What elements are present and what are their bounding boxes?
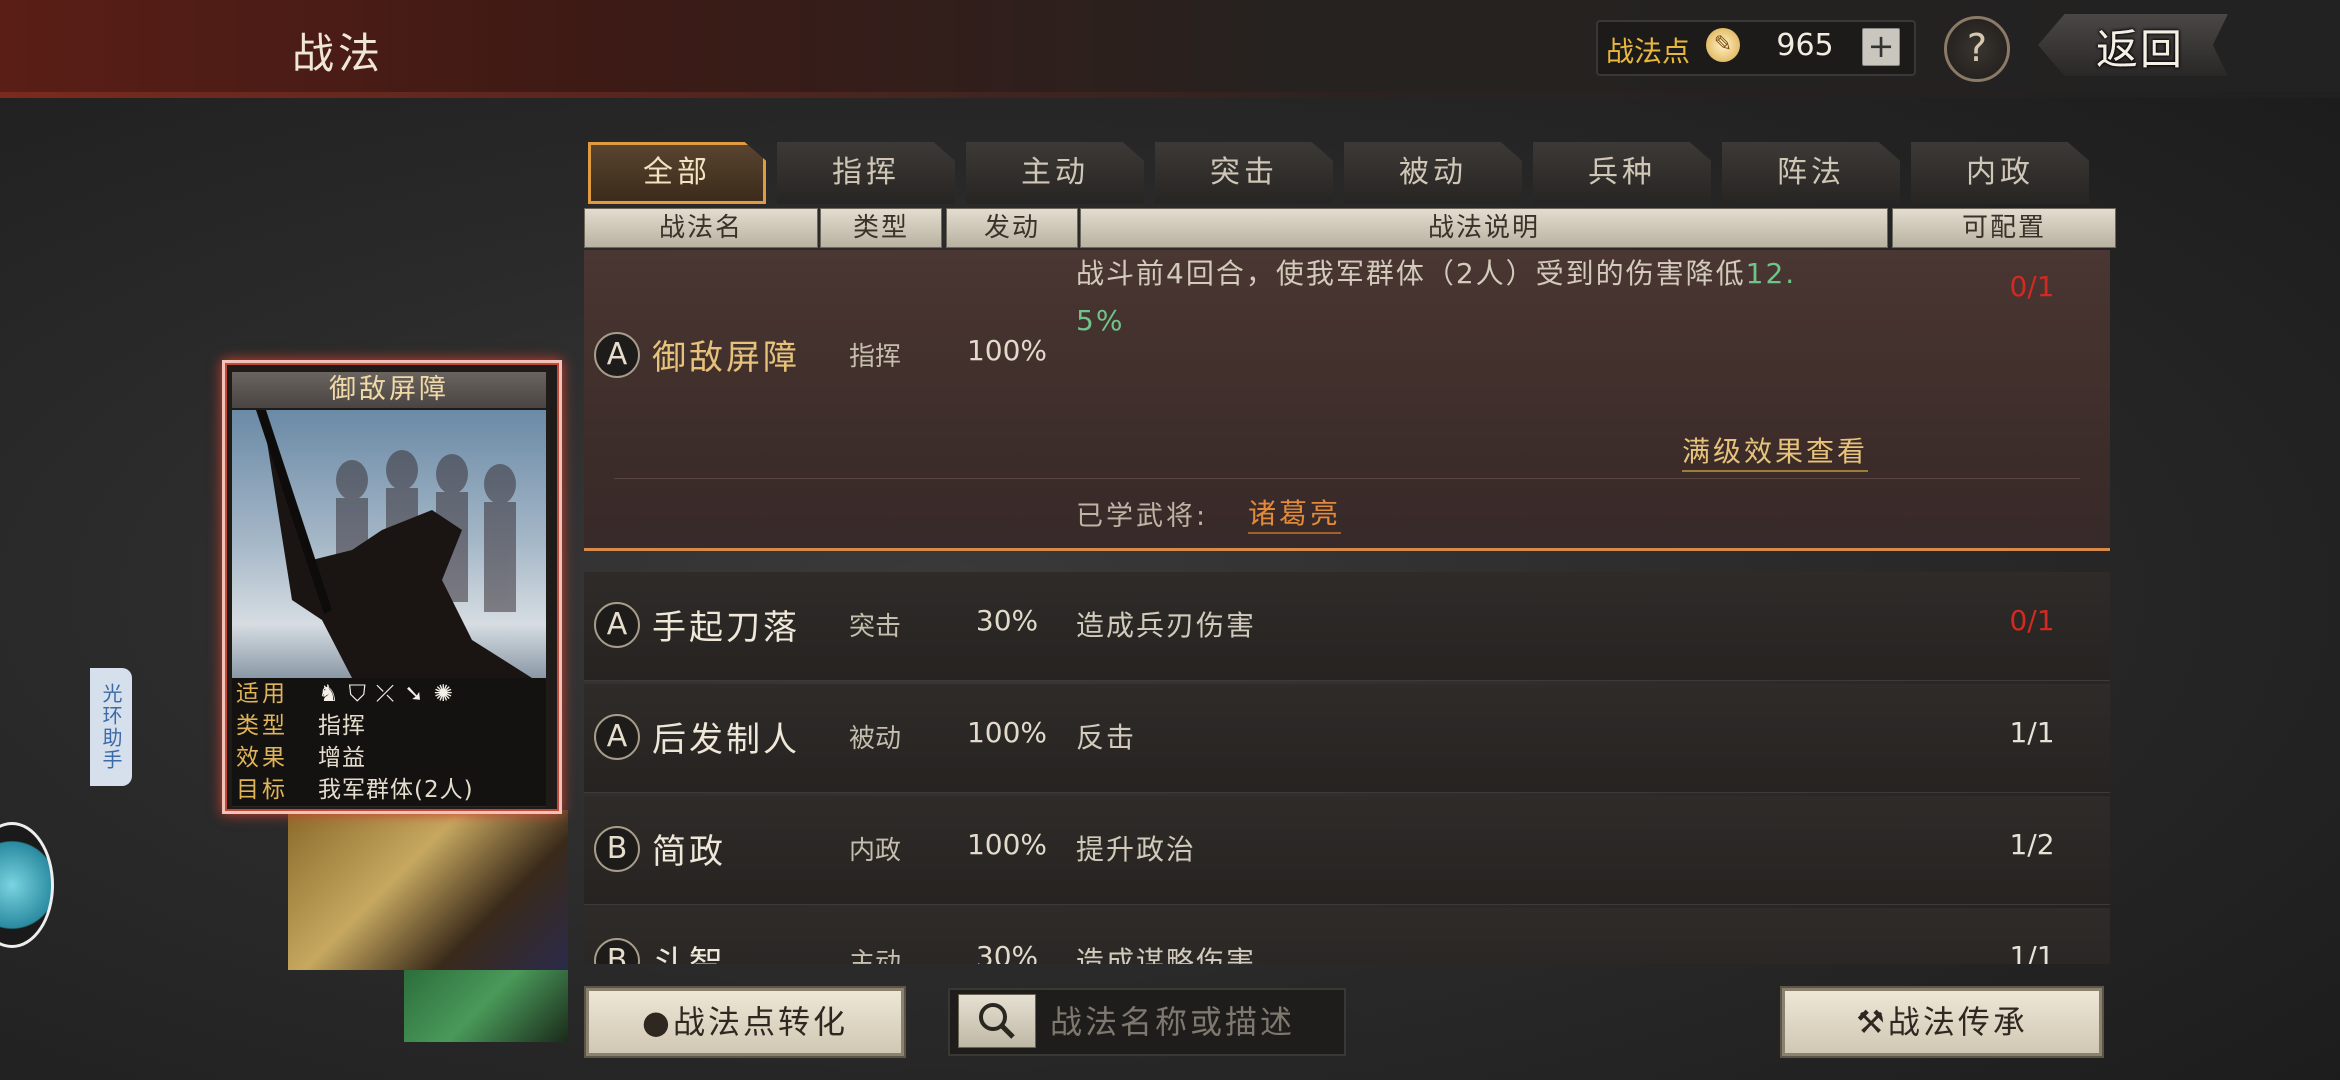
tactic-name: 后发制人 xyxy=(652,720,800,760)
grade-badge: B xyxy=(594,826,640,872)
tactic-description: 战斗前4回合，使我军群体（2人）受到的伤害降低12. 5% xyxy=(1076,252,1956,350)
tactics-list[interactable]: A 御敌屏障 指挥 100% 战斗前4回合，使我军群体（2人）受到的伤害降低12… xyxy=(584,250,2112,964)
tactic-config-count: 1/2 xyxy=(2009,828,2055,861)
tab-passive[interactable]: 被动 xyxy=(1344,142,1522,204)
search-button[interactable] xyxy=(958,994,1036,1048)
hammer-icon: ⚒ xyxy=(1856,1003,1888,1041)
grade-badge: B xyxy=(594,938,640,964)
card-effect-row: 效果 增益 xyxy=(232,742,546,775)
card-back-gold xyxy=(288,810,568,970)
tactic-name: 御敌屏障 xyxy=(652,338,800,378)
tactic-row[interactable]: A 后发制人 被动 100% 反击 1/1 xyxy=(584,684,2110,793)
tactic-rate: 100% xyxy=(966,334,1048,367)
tab-all[interactable]: 全部 xyxy=(588,142,766,204)
full-effect-link[interactable]: 满级效果查看 xyxy=(1682,430,1869,472)
cavalry-icon: ♞ xyxy=(318,681,349,707)
row-divider xyxy=(614,478,2080,479)
card-target-value: 我军群体(2人) xyxy=(318,777,474,803)
shield-icon: ⛉ xyxy=(348,681,376,707)
learned-general-link[interactable]: 诸葛亮 xyxy=(1248,492,1342,534)
tactic-name: 简政 xyxy=(652,832,726,872)
back-button-label[interactable]: 返回 xyxy=(2096,16,2184,77)
tactic-name: 手起刀落 xyxy=(652,608,800,648)
card-type-row: 类型 指挥 xyxy=(232,710,546,743)
grade-badge: A xyxy=(594,714,640,760)
tactic-row[interactable]: B 简政 内政 100% 提升政治 1/2 xyxy=(584,796,2110,905)
bow-icon: ⤫ xyxy=(375,681,405,707)
column-header-type[interactable]: 类型 xyxy=(820,208,942,248)
convert-icon: ● xyxy=(642,1003,673,1041)
tab-assault[interactable]: 突击 xyxy=(1155,142,1333,204)
column-header-rate[interactable]: 发动 xyxy=(946,208,1078,248)
tactic-row[interactable]: A 手起刀落 突击 30% 造成兵刃伤害 0/1 xyxy=(584,572,2110,681)
tactic-config-count: 1/1 xyxy=(2009,716,2055,749)
floating-assistant-avatar[interactable] xyxy=(0,822,54,948)
tab-internal-affairs[interactable]: 内政 xyxy=(1911,142,2089,204)
tactic-name: 斗智 xyxy=(652,944,726,964)
tactic-type: 被动 xyxy=(848,724,901,754)
tactic-row-selected[interactable]: A 御敌屏障 指挥 100% 战斗前4回合，使我军群体（2人）受到的伤害降低12… xyxy=(584,250,2110,551)
tactic-type: 突击 xyxy=(848,612,901,642)
assistant-side-tab[interactable]: 光环助手 xyxy=(90,668,132,786)
card-effect-value: 增益 xyxy=(318,745,366,771)
tactic-description: 造成兵刃伤害 xyxy=(1076,609,1257,642)
column-header-config[interactable]: 可配置 xyxy=(1892,208,2116,248)
search-icon xyxy=(979,1003,1015,1039)
card-title: 御敌屏障 xyxy=(232,372,546,408)
column-header-name[interactable]: 战法名 xyxy=(584,208,818,248)
tab-command[interactable]: 指挥 xyxy=(777,142,955,204)
card-apply-row: 适用 ♞⛉⤫➘✺ xyxy=(232,678,546,711)
tactic-type: 内政 xyxy=(848,836,901,866)
description-value: 12. xyxy=(1745,257,1797,290)
tactic-row[interactable]: B 斗智 主动 30% 造成谋略伤害 1/1 xyxy=(584,908,2110,964)
tactic-points-label: 战法点 xyxy=(1606,35,1691,68)
card-apply-label: 适用 xyxy=(236,681,288,707)
tactic-points-value: 965 xyxy=(1776,28,1834,63)
card-type-label: 类型 xyxy=(236,713,288,739)
page-title: 战法 xyxy=(292,29,385,78)
tactic-inherit-button[interactable]: ⚒战法传承 xyxy=(1780,986,2104,1058)
tactic-description: 提升政治 xyxy=(1076,833,1197,866)
tactic-config-count: 0/1 xyxy=(2009,604,2055,637)
card-target-label: 目标 xyxy=(236,777,288,803)
warrior-silhouette-icon xyxy=(256,410,532,678)
tactic-config-count: 0/1 xyxy=(2009,270,2055,303)
convert-points-button[interactable]: ●战法点转化 xyxy=(584,986,906,1058)
grade-badge: A xyxy=(594,332,640,378)
card-target-row: 目标 我军群体(2人) xyxy=(232,774,546,807)
feather-coin-icon: ✎ xyxy=(1706,28,1740,62)
tactic-inherit-label: 战法传承 xyxy=(1887,1003,2028,1041)
troop-type-icons: ♞⛉⤫➘✺ xyxy=(318,678,463,710)
card-artwork xyxy=(232,410,546,678)
help-button[interactable]: ? xyxy=(1944,16,2010,82)
convert-points-label: 战法点转化 xyxy=(672,1003,848,1041)
description-text: 战斗前4回合，使我军群体（2人）受到的伤害降低 xyxy=(1076,257,1746,290)
search-input[interactable] xyxy=(1048,996,1342,1048)
tactic-config-count: 1/1 xyxy=(2009,940,2055,964)
spear-icon: ➘ xyxy=(404,681,434,707)
column-header-description: 战法说明 xyxy=(1080,208,1888,248)
tactic-type: 指挥 xyxy=(848,342,901,372)
card-type-value: 指挥 xyxy=(318,713,366,739)
tactic-rate: 30% xyxy=(975,940,1039,964)
tab-active[interactable]: 主动 xyxy=(966,142,1144,204)
grade-badge: A xyxy=(594,602,640,648)
tactic-description: 造成谋略伤害 xyxy=(1076,945,1257,964)
description-value-continued: 5% xyxy=(1076,304,1125,337)
tactic-rate: 30% xyxy=(975,604,1039,637)
tab-formation[interactable]: 阵法 xyxy=(1722,142,1900,204)
tactic-description: 反击 xyxy=(1076,721,1137,754)
tactic-rate: 100% xyxy=(966,716,1048,749)
wheel-icon: ✺ xyxy=(433,681,463,707)
tactic-type: 主动 xyxy=(848,948,901,964)
learned-generals-label: 已学武将: xyxy=(1076,501,1209,532)
card-effect-label: 效果 xyxy=(236,745,288,771)
add-points-button[interactable]: + xyxy=(1862,28,1900,66)
tactic-rate: 100% xyxy=(966,828,1048,861)
tab-troop[interactable]: 兵种 xyxy=(1533,142,1711,204)
card-back-green xyxy=(404,962,568,1042)
